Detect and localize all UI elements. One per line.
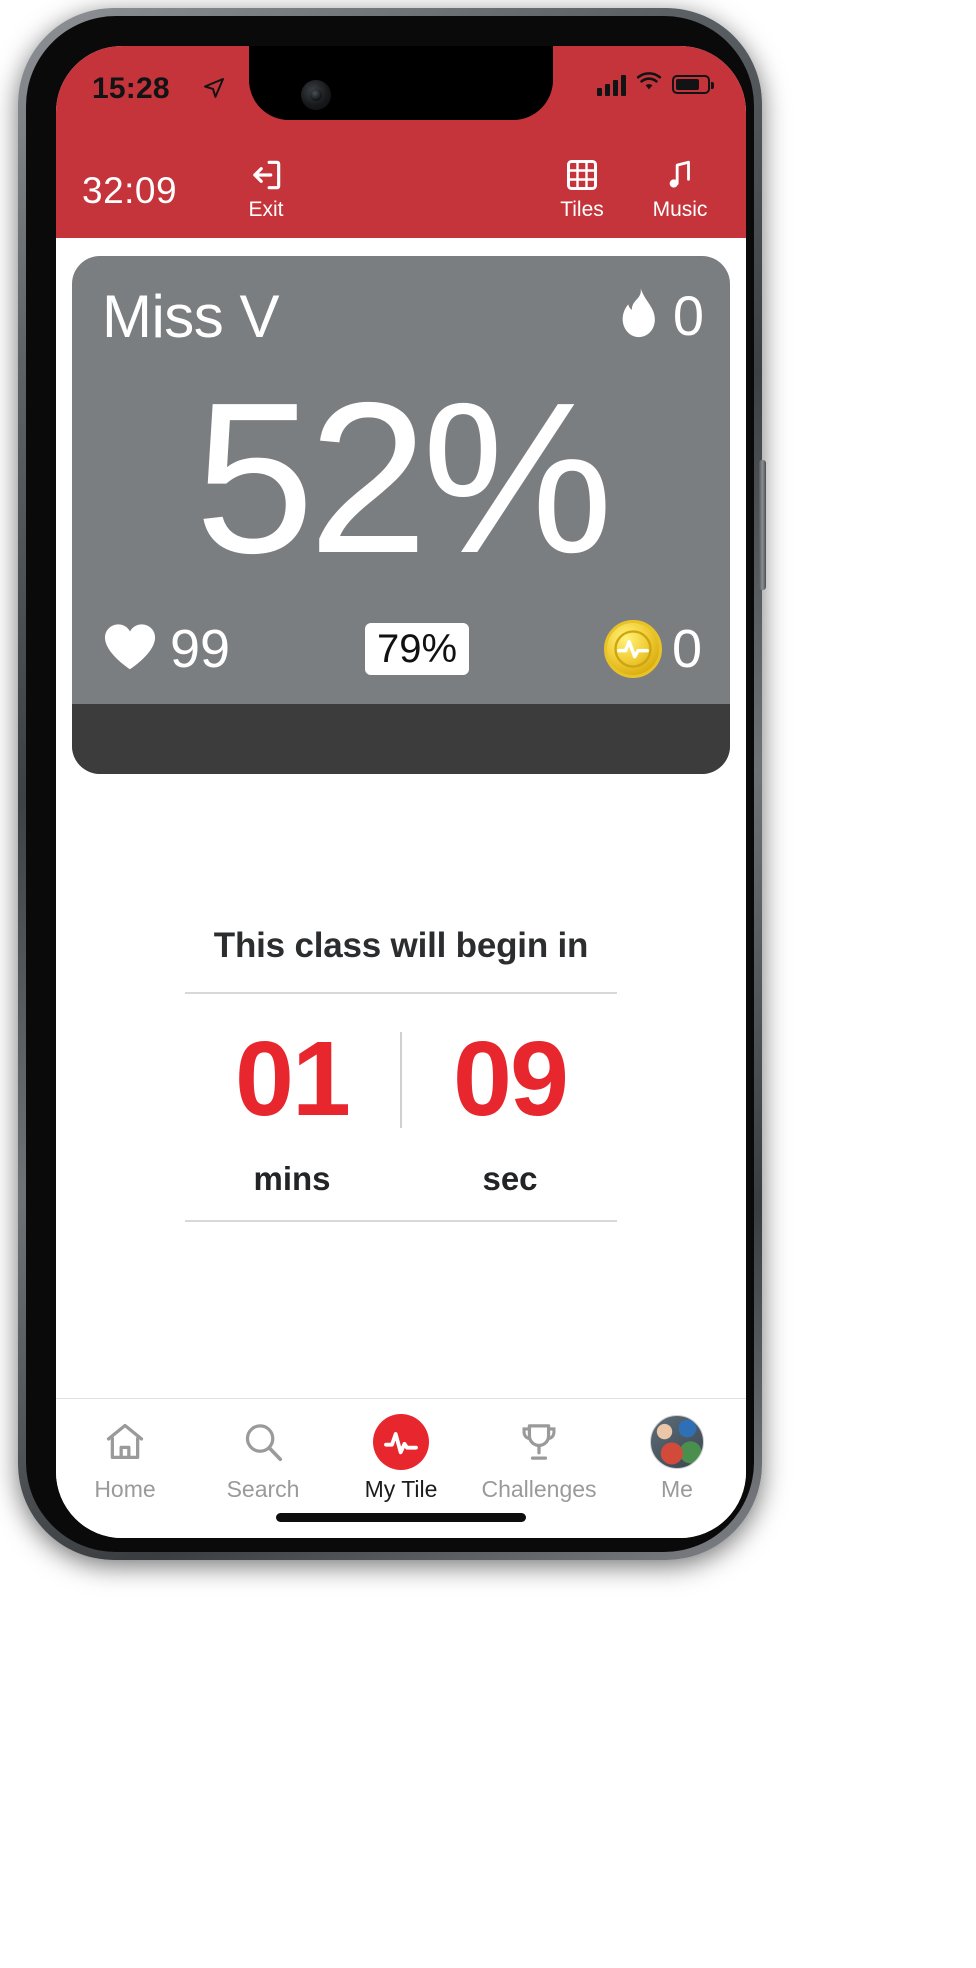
stats-card-metrics: 99 79% 0 [72,619,730,678]
stats-card-body: Miss V 0 52% 99 79% 0 [72,256,730,704]
location-arrow-icon [202,76,226,105]
user-name: Miss V [102,283,280,350]
countdown-values: 01 mins 09 sec [56,1026,746,1198]
heartbeat-badge-icon [373,1413,429,1471]
tab-challenges[interactable]: Challenges [474,1413,604,1503]
battery-icon [672,75,714,94]
countdown-minutes: 01 mins [184,1026,400,1198]
class-countdown: This class will begin in 01 mins 09 sec [56,926,746,1222]
tab-search-label: Search [226,1476,300,1502]
front-camera-icon [301,80,331,110]
music-label: Music [652,198,708,221]
phone-notch [249,46,553,120]
cellular-signal-icon [597,74,626,96]
tab-challenges-label: Challenges [481,1476,597,1502]
search-icon [239,1413,287,1471]
countdown-seconds-value: 09 [453,1020,569,1138]
countdown-seconds: 09 sec [402,1026,618,1198]
flame-icon [615,286,661,345]
zone-percent-badge: 79% [364,622,470,675]
stats-card-footer [72,704,730,774]
grid-tiles-icon [564,154,600,196]
heart-icon [100,619,160,678]
wifi-icon [636,72,662,97]
user-avatar [650,1415,704,1469]
status-bar-time: 15:28 [92,72,170,105]
workout-stats-card[interactable]: Miss V 0 52% 99 79% 0 [72,256,730,774]
music-note-icon [663,154,697,196]
exit-icon [247,154,285,196]
home-icon [100,1413,150,1471]
elapsed-timer: 32:09 [82,170,178,211]
class-toolbar: 32:09 Exit Tiles Music [56,142,746,238]
music-button[interactable]: Music [634,154,726,221]
mep-coin-icon [603,619,662,678]
tab-my-tile-label: My Tile [364,1476,438,1502]
countdown-divider-bottom [185,1220,617,1222]
trophy-icon [515,1413,563,1471]
tab-search[interactable]: Search [198,1413,328,1503]
tiles-button[interactable]: Tiles [536,154,628,221]
heart-rate-metric: 99 [100,619,230,678]
status-bar-indicators [597,72,714,97]
countdown-title: This class will begin in [213,926,589,965]
tab-home[interactable]: Home [60,1413,190,1503]
heart-rate-value: 99 [170,618,231,679]
phone-bezel: 15:28 32:09 Exit Tiles Music Miss V 0 52… [26,16,754,1552]
tiles-label: Tiles [560,198,604,221]
mep-metric: 0 [603,618,702,679]
effort-percent: 52% [194,357,613,598]
calories-value: 0 [672,283,704,347]
power-button[interactable] [759,460,766,590]
my-tile-badge [373,1414,429,1470]
countdown-minutes-label: mins [253,1160,331,1197]
countdown-divider-top [185,992,617,994]
screenshot-root: 15:28 32:09 Exit Tiles Music Miss V 0 52… [0,0,976,1968]
tab-home-label: Home [94,1476,156,1502]
tab-me-label: Me [661,1476,693,1502]
exit-label: Exit [248,198,284,221]
calories-metric: 0 [615,286,704,345]
mep-value: 0 [671,618,702,679]
phone-frame: 15:28 32:09 Exit Tiles Music Miss V 0 52… [18,8,766,1560]
home-indicator[interactable] [276,1513,526,1522]
exit-button[interactable]: Exit [218,154,314,221]
avatar-icon [650,1413,704,1471]
countdown-seconds-label: sec [482,1160,538,1197]
tab-my-tile[interactable]: My Tile [336,1413,466,1503]
phone-screen: 15:28 32:09 Exit Tiles Music Miss V 0 52… [56,46,746,1538]
tab-me[interactable]: Me [612,1413,742,1503]
countdown-minutes-value: 01 [235,1020,351,1138]
